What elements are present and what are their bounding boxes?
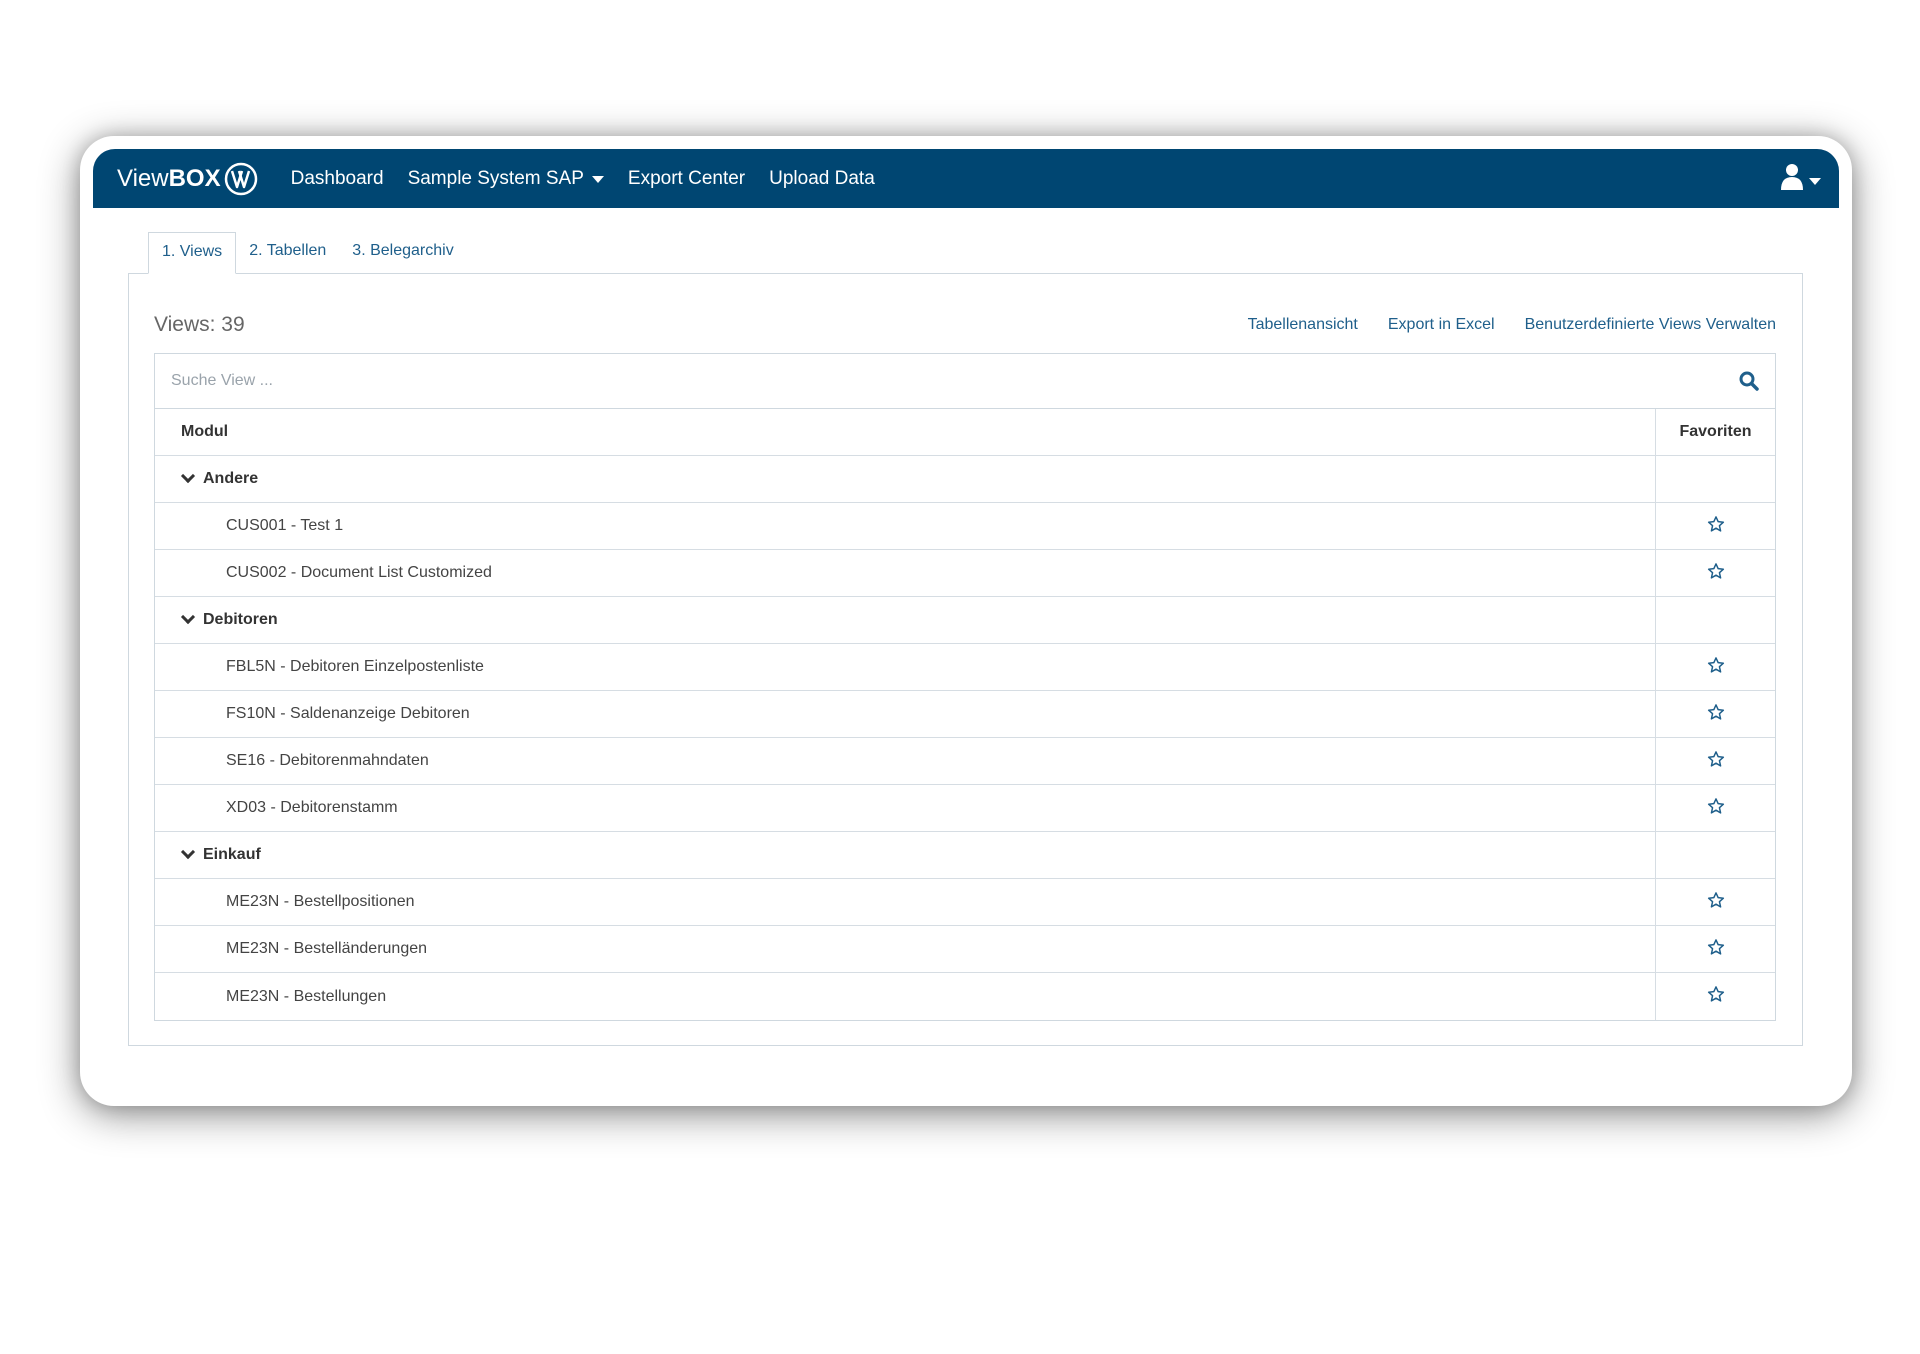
viewbox-logo-icon xyxy=(224,162,257,195)
user-caret-down-icon xyxy=(1809,178,1821,185)
group-cell[interactable]: Debitoren xyxy=(155,597,1656,643)
tab-bar: 1. Views 2. Tabellen 3. Belegarchiv xyxy=(148,232,467,274)
views-count: Views: 39 xyxy=(154,313,245,336)
star-outline-icon[interactable] xyxy=(1707,985,1725,1008)
group-cell[interactable]: Andere xyxy=(155,456,1656,502)
link-export-excel[interactable]: Export in Excel xyxy=(1388,316,1495,334)
tab-belegarchiv[interactable]: 3. Belegarchiv xyxy=(339,232,466,274)
group-row[interactable]: Andere xyxy=(155,456,1775,503)
link-tabellenansicht[interactable]: Tabellenansicht xyxy=(1248,316,1358,334)
view-name[interactable]: SE16 - Debitorenmahndaten xyxy=(226,752,429,770)
view-name-cell[interactable]: ME23N - Bestellpositionen xyxy=(155,879,1656,925)
view-name-cell[interactable]: FBL5N - Debitoren Einzelpostenliste xyxy=(155,644,1656,690)
view-name[interactable]: FS10N - Saldenanzeige Debitoren xyxy=(226,705,470,723)
group-label: Andere xyxy=(203,470,259,487)
nav-sample-system-label: Sample System SAP xyxy=(407,167,584,189)
star-outline-icon[interactable] xyxy=(1707,562,1725,585)
brand-light: View xyxy=(117,164,169,192)
search-input[interactable] xyxy=(171,372,1739,390)
view-name-cell[interactable]: FS10N - Saldenanzeige Debitoren xyxy=(155,691,1656,737)
star-outline-icon[interactable] xyxy=(1707,656,1725,679)
view-name-cell[interactable]: SE16 - Debitorenmahndaten xyxy=(155,738,1656,784)
user-icon xyxy=(1781,164,1803,190)
nav-export-center-label: Export Center xyxy=(627,167,746,189)
group-fav-cell xyxy=(1656,832,1775,878)
favorite-cell xyxy=(1656,691,1775,737)
nav-export-center[interactable]: Export Center xyxy=(628,168,745,190)
favorite-cell xyxy=(1656,879,1775,925)
tab-tabellen[interactable]: 2. Tabellen xyxy=(236,232,339,274)
star-outline-icon[interactable] xyxy=(1707,938,1725,961)
favorite-cell xyxy=(1656,926,1775,972)
table-row[interactable]: CUS001 - Test 1 xyxy=(155,503,1775,550)
user-menu[interactable] xyxy=(1781,163,1821,191)
view-name[interactable]: ME23N - Bestellpositionen xyxy=(226,893,415,911)
favorite-cell xyxy=(1656,738,1775,784)
table-row[interactable]: ME23N - Bestelländerungen xyxy=(155,926,1775,973)
group-row[interactable]: Debitoren xyxy=(155,597,1775,644)
view-name[interactable]: ME23N - Bestellungen xyxy=(226,988,386,1006)
nav-dashboard[interactable]: Dashboard xyxy=(291,168,384,190)
view-name-cell[interactable]: XD03 - Debitorenstamm xyxy=(155,785,1656,831)
view-name-cell[interactable]: CUS002 - Document List Customized xyxy=(155,550,1656,596)
view-name-cell[interactable]: CUS001 - Test 1 xyxy=(155,503,1656,549)
view-name[interactable]: CUS002 - Document List Customized xyxy=(226,564,492,582)
view-name-cell[interactable]: ME23N - Bestelländerungen xyxy=(155,926,1656,972)
star-outline-icon[interactable] xyxy=(1707,750,1725,773)
group-label: Einkauf xyxy=(203,846,261,863)
search-icon[interactable] xyxy=(1739,371,1759,391)
caret-down-icon xyxy=(591,176,604,183)
table-row[interactable]: FBL5N - Debitoren Einzelpostenliste xyxy=(155,644,1775,691)
brand-bold: BOX xyxy=(168,164,221,192)
favorite-cell xyxy=(1656,503,1775,549)
views-table: Modul Favoriten Andere CUS001 - Test 1 CUS… xyxy=(154,353,1776,1021)
table-row[interactable]: XD03 - Debitorenstamm xyxy=(155,785,1775,832)
group-cell[interactable]: Einkauf xyxy=(155,832,1656,878)
group-fav-cell xyxy=(1656,597,1775,643)
view-name[interactable]: XD03 - Debitorenstamm xyxy=(226,799,398,817)
star-outline-icon[interactable] xyxy=(1707,797,1725,820)
table-row[interactable]: SE16 - Debitorenmahndaten xyxy=(155,738,1775,785)
column-header-modul[interactable]: Modul xyxy=(155,409,1656,455)
column-header-favoriten[interactable]: Favoriten xyxy=(1656,409,1775,455)
link-manage-custom-views[interactable]: Benutzerdefinierte Views Verwalten xyxy=(1525,316,1776,334)
header-links: Tabellenansicht Export in Excel Benutzer… xyxy=(1248,316,1776,334)
nav-dashboard-label: Dashboard xyxy=(290,167,384,189)
tab-views[interactable]: 1. Views xyxy=(148,232,237,274)
favorite-cell xyxy=(1656,785,1775,831)
top-navbar: View BOX Dashboard Sample System SAP Expo… xyxy=(93,149,1839,208)
search-row xyxy=(155,354,1775,409)
chevron-down-icon[interactable] xyxy=(180,468,196,484)
group-label: Debitoren xyxy=(203,611,278,628)
star-outline-icon[interactable] xyxy=(1707,515,1725,538)
view-name[interactable]: ME23N - Bestelländerungen xyxy=(226,940,427,958)
table-row[interactable]: CUS002 - Document List Customized xyxy=(155,550,1775,597)
table-row[interactable]: ME23N - Bestellungen xyxy=(155,973,1775,1020)
nav-upload-data[interactable]: Upload Data xyxy=(769,168,875,190)
favorite-cell xyxy=(1656,973,1775,1020)
chevron-down-icon[interactable] xyxy=(180,844,196,860)
table-row[interactable]: ME23N - Bestellpositionen xyxy=(155,879,1775,926)
view-name[interactable]: FBL5N - Debitoren Einzelpostenliste xyxy=(226,658,484,676)
star-outline-icon[interactable] xyxy=(1707,703,1725,726)
view-name-cell[interactable]: ME23N - Bestellungen xyxy=(155,973,1656,1020)
nav-sample-system-dropdown[interactable]: Sample System SAP xyxy=(408,168,604,190)
group-row[interactable]: Einkauf xyxy=(155,832,1775,879)
favorite-cell xyxy=(1656,644,1775,690)
favorite-cell xyxy=(1656,550,1775,596)
group-fav-cell xyxy=(1656,456,1775,502)
chevron-down-icon[interactable] xyxy=(180,609,196,625)
table-row[interactable]: FS10N - Saldenanzeige Debitoren xyxy=(155,691,1775,738)
view-name[interactable]: CUS001 - Test 1 xyxy=(226,517,343,535)
star-outline-icon[interactable] xyxy=(1707,891,1725,914)
viewbox-logo[interactable]: View BOX xyxy=(117,161,259,197)
table-header-row: Modul Favoriten xyxy=(155,409,1775,456)
table-body: Andere CUS001 - Test 1 CUS002 - Document L… xyxy=(155,456,1775,1020)
nav-upload-data-label: Upload Data xyxy=(769,167,875,189)
